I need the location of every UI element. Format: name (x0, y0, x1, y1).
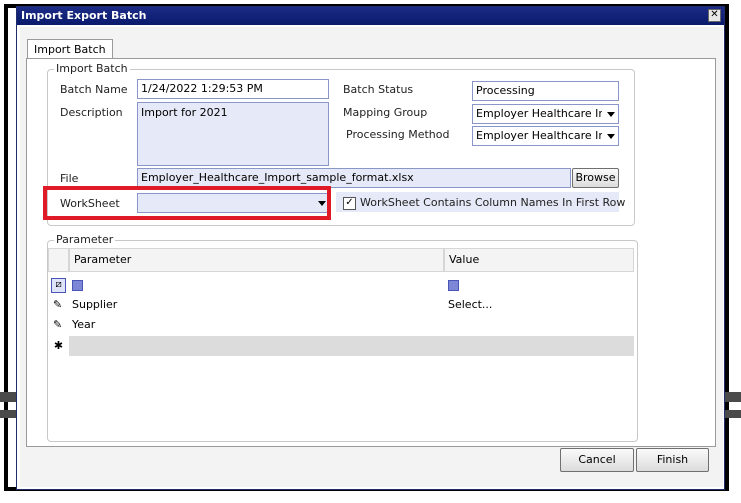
cancel-button[interactable]: Cancel (560, 448, 634, 472)
batch-status-input[interactable]: Processing (472, 81, 619, 101)
value-cell[interactable]: Select... (448, 298, 492, 311)
close-icon: ✕ (710, 9, 719, 20)
column-names-checkbox[interactable]: ✓ (343, 197, 356, 210)
processing-method-select[interactable]: Employer Healthcare Imp (472, 126, 619, 146)
new-row[interactable]: ✱ (48, 336, 634, 356)
window-title: Import Export Batch (21, 9, 147, 22)
browse-button[interactable]: Browse (572, 168, 619, 188)
chevron-down-icon (607, 112, 615, 117)
column-names-label: WorkSheet Contains Column Names In First… (360, 196, 626, 209)
mapping-group-value: Employer Healthcare Imp (476, 107, 602, 120)
column-header-value[interactable]: Value (444, 248, 634, 272)
import-batch-legend: Import Batch (54, 62, 130, 75)
parameter-legend: Parameter (54, 233, 116, 246)
table-row[interactable]: ✎ Supplier Select... (48, 296, 634, 316)
description-input[interactable]: Import for 2021 (137, 102, 329, 166)
parameter-grid: Parameter Value ⧄ ✎ Supplier Select... ✎… (48, 248, 634, 356)
parameter-filter-icon[interactable] (72, 280, 83, 291)
tab-import-batch[interactable]: Import Batch (27, 39, 113, 59)
title-bar: Import Export Batch ✕ (17, 7, 724, 25)
batch-status-label: Batch Status (343, 83, 414, 96)
mapping-group-select[interactable]: Employer Healthcare Imp (472, 104, 619, 124)
new-row-icon: ✱ (48, 336, 69, 356)
close-button[interactable]: ✕ (708, 9, 721, 22)
parameter-cell[interactable]: Year (72, 318, 95, 331)
processing-method-value: Employer Healthcare Imp (476, 129, 602, 142)
column-header-parameter[interactable]: Parameter (69, 248, 444, 272)
file-label: File (60, 172, 79, 185)
mapping-group-label: Mapping Group (343, 106, 428, 119)
description-label: Description (60, 106, 123, 119)
value-filter-icon[interactable] (448, 280, 459, 291)
edit-pencil-icon: ✎ (53, 298, 63, 311)
filter-row: ⧄ (48, 276, 634, 296)
chevron-down-icon (607, 134, 615, 139)
file-input[interactable]: Employer_Healthcare_Import_sample_format… (137, 168, 571, 188)
row-header-corner (48, 248, 69, 272)
worksheet-highlight-box (43, 186, 331, 220)
table-row[interactable]: ✎ Year (48, 316, 634, 336)
parameter-cell[interactable]: Supplier (72, 298, 117, 311)
batch-name-input[interactable]: 1/24/2022 1:29:53 PM (137, 79, 329, 99)
filter-row-selector-icon[interactable]: ⧄ (51, 278, 66, 293)
finish-button[interactable]: Finish (636, 448, 709, 472)
processing-method-label: Processing Method (346, 128, 450, 141)
edit-pencil-icon: ✎ (53, 318, 63, 331)
batch-name-label: Batch Name (60, 83, 128, 96)
